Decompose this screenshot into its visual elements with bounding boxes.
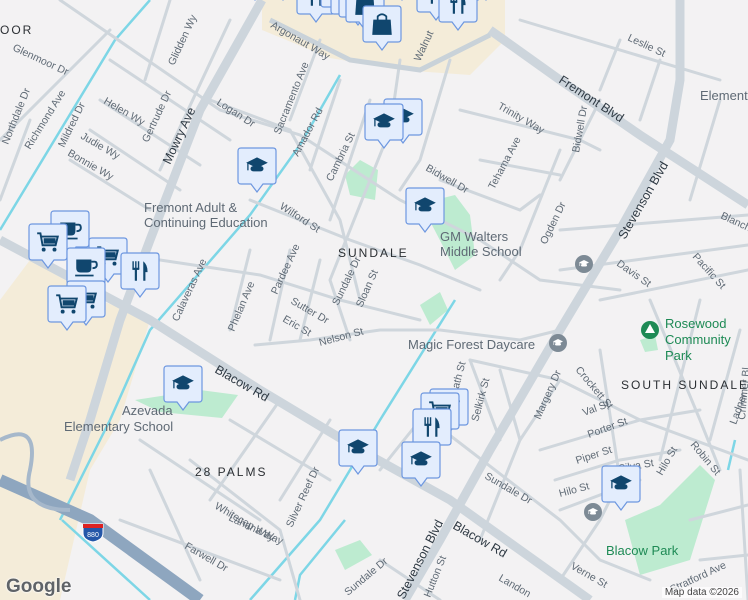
school-marker[interactable]	[364, 103, 404, 149]
neighborhood-label: SUNDALE	[338, 246, 409, 260]
poi-label[interactable]: Magic Forest Daycare	[408, 337, 535, 352]
street-label: Blanch	[719, 210, 748, 235]
neighborhood-label: 28 PALMS	[195, 465, 267, 479]
street-label: Trinity Way	[496, 100, 547, 137]
park-tree-icon	[641, 321, 659, 339]
street-label: Sundale Dr	[483, 470, 535, 507]
poi-label[interactable]: Continuing Education	[144, 215, 268, 230]
street-label: Val St	[581, 398, 611, 419]
park-label[interactable]: Blacow Park	[606, 543, 679, 558]
poi-label[interactable]: Azevada	[122, 403, 173, 418]
street-label: Davis St	[614, 258, 653, 290]
stevenson-blvd-road[interactable]	[401, 0, 685, 600]
google-logo: Google	[6, 576, 72, 597]
map-canvas[interactable]: OOR SUNDALE 28 PALMS SOUTH SUNDALE Mowry…	[0, 0, 748, 600]
poi-label[interactable]: Element	[700, 88, 748, 103]
street-label: Porter St	[586, 415, 629, 440]
interstate-880-shield: 880	[82, 523, 104, 543]
street-label: Glidden Wy	[166, 12, 200, 67]
school-marker[interactable]	[338, 429, 378, 475]
park-area	[335, 540, 372, 570]
poi-label[interactable]: Elementary School	[64, 419, 173, 434]
street-label: Selkirk St	[469, 377, 492, 423]
street-label: Glenmoor Dr	[11, 42, 71, 78]
map-attribution[interactable]: Map data ©2026	[661, 587, 742, 598]
street-label: Helen Wy	[102, 95, 148, 128]
park-label[interactable]: Community	[665, 332, 731, 347]
street-label: Hilo St	[654, 445, 680, 478]
school-marker	[575, 255, 593, 273]
street-label: Logan Dr	[214, 96, 257, 130]
school-marker	[584, 503, 602, 521]
street-label: Landon	[497, 572, 533, 600]
svg-text:880: 880	[87, 532, 99, 539]
poi-label[interactable]: GM Walters	[440, 229, 509, 244]
park-label[interactable]: Park	[665, 348, 692, 363]
street-label: Pacific St	[690, 251, 728, 292]
street-label: Hilo St	[558, 480, 591, 500]
road-label: Stevenson Blvd	[615, 159, 671, 241]
street-label: Leslie St	[626, 32, 668, 60]
street-label: Nelson St	[318, 326, 365, 349]
major-roads	[0, 0, 748, 600]
neighborhood-label: OOR	[0, 23, 33, 37]
street-label: Bidwell Dr	[570, 104, 590, 153]
street-label: Calaveras Ave	[170, 257, 209, 323]
neighborhood-label: SOUTH SUNDALE	[621, 378, 748, 392]
daycare-school-marker	[549, 334, 567, 352]
street-label: Crimmer Bl	[736, 367, 748, 420]
poi-label[interactable]: Fremont Adult &	[144, 200, 238, 215]
street-label: Whitecap Way	[213, 500, 278, 544]
park-label[interactable]: Rosewood	[665, 316, 726, 331]
street-label: Silver Reef Dr	[284, 465, 323, 530]
street-label: Wilford St	[277, 200, 322, 235]
street-label: Ogden Dr	[538, 200, 569, 247]
poi-label[interactable]: Middle School	[440, 244, 522, 259]
